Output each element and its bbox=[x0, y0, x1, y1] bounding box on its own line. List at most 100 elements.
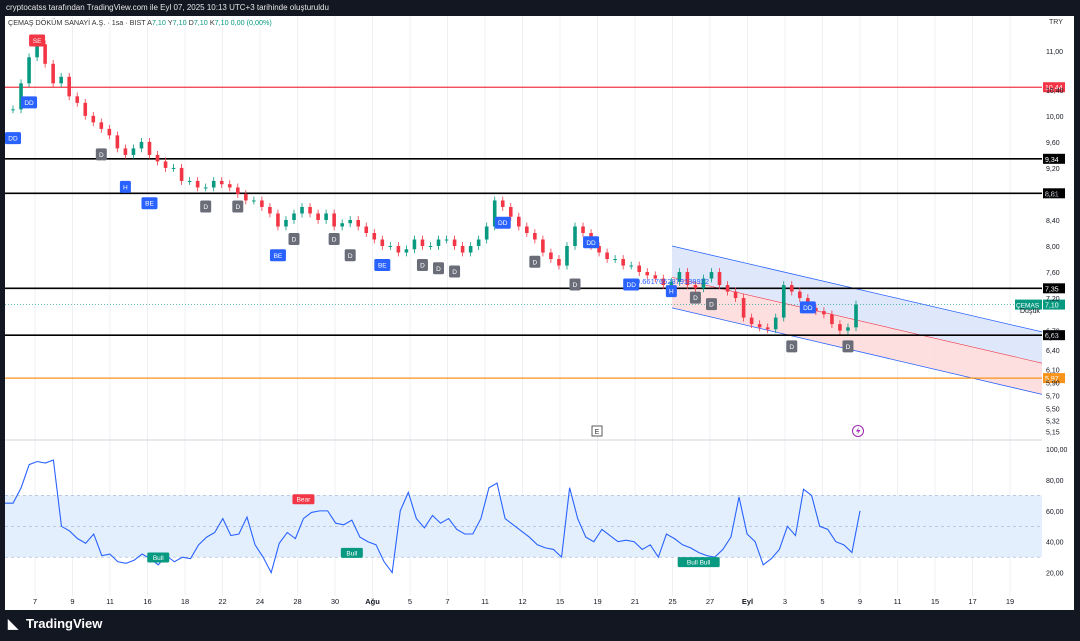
candle-body bbox=[541, 239, 545, 253]
candle-body bbox=[757, 324, 762, 328]
signal-label-text: D bbox=[533, 259, 538, 266]
candle-body bbox=[605, 252, 609, 260]
candle-body bbox=[59, 76, 63, 84]
ohlc-a: 7,10 bbox=[151, 18, 166, 27]
signal-label-text: D bbox=[420, 263, 425, 270]
signal-label-text: H bbox=[669, 289, 674, 296]
time-tick: 15 bbox=[931, 597, 939, 606]
candle-body bbox=[741, 298, 746, 318]
signal-label-text: D bbox=[573, 282, 578, 289]
tv-logo-icon: ◣ bbox=[8, 616, 18, 631]
candle-body bbox=[91, 115, 96, 123]
signal-label-text: BE bbox=[378, 263, 387, 270]
candle-body bbox=[332, 213, 336, 227]
candle-body bbox=[709, 272, 714, 279]
candle-body bbox=[171, 167, 176, 169]
price-tick: 6,60 bbox=[1046, 335, 1060, 342]
symbol-title: ÇEMAŞ DÖKÜM SANAYİ A.Ş. · 1sa · BIST bbox=[8, 18, 146, 27]
signal-label-text: D bbox=[789, 344, 794, 351]
signal-label-text: D bbox=[292, 237, 297, 244]
tradingview-logo[interactable]: ◣ TradingView bbox=[8, 616, 102, 632]
candle-body bbox=[846, 327, 850, 331]
time-tick: 11 bbox=[481, 597, 489, 606]
candle-body bbox=[123, 148, 128, 155]
candle-body bbox=[565, 246, 569, 266]
time-tick: 11 bbox=[106, 597, 114, 606]
lightning-icon[interactable] bbox=[852, 425, 864, 437]
candle-body bbox=[468, 246, 473, 253]
time-tick: Eyl bbox=[742, 597, 753, 606]
candle-body bbox=[211, 180, 216, 188]
price-tick: 11,00 bbox=[1046, 49, 1063, 56]
price-tick: 10,00 bbox=[1046, 114, 1064, 121]
candle-body bbox=[629, 265, 633, 267]
time-tick: 9 bbox=[70, 597, 74, 606]
candle-body bbox=[187, 180, 192, 182]
candle-body bbox=[372, 233, 377, 240]
candle-body bbox=[798, 291, 802, 299]
time-tick: 24 bbox=[256, 597, 264, 606]
price-tick: 7,20 bbox=[1046, 296, 1060, 303]
candle-body bbox=[107, 128, 112, 136]
signal-label-text: D bbox=[203, 204, 208, 211]
signal-label-text: D bbox=[709, 302, 714, 309]
candle-body bbox=[99, 122, 104, 129]
candle-body bbox=[717, 272, 722, 286]
time-tick: 25 bbox=[668, 597, 676, 606]
channel-value-label: 0.6617652879138922 bbox=[636, 277, 709, 286]
candle-body bbox=[725, 285, 730, 292]
candle-body bbox=[517, 216, 521, 227]
time-tick: 9 bbox=[858, 597, 862, 606]
earnings-letter: E bbox=[595, 429, 600, 436]
candle-body bbox=[508, 206, 513, 217]
time-tick: 30 bbox=[331, 597, 339, 606]
candle-body bbox=[51, 63, 55, 84]
signal-label-text: D bbox=[693, 295, 698, 302]
time-tick: 22 bbox=[218, 597, 226, 606]
time-tick: 5 bbox=[820, 597, 824, 606]
last-price-value: 7,10 bbox=[1045, 303, 1059, 310]
candle-body bbox=[139, 141, 144, 149]
time-tick: 27 bbox=[706, 597, 714, 606]
signal-label-text: DD bbox=[8, 136, 18, 143]
candle-body bbox=[789, 285, 794, 292]
signal-label-text: D bbox=[436, 266, 441, 273]
candle-body bbox=[500, 200, 505, 207]
time-tick: 11 bbox=[894, 597, 902, 606]
candle-body bbox=[412, 239, 417, 250]
candle-body bbox=[292, 213, 296, 220]
candle-body bbox=[436, 239, 441, 247]
candle-body bbox=[637, 265, 642, 273]
price-tick: 5,90 bbox=[1046, 381, 1060, 388]
price-tick: 5,70 bbox=[1046, 394, 1060, 401]
low-label: Düşük bbox=[1020, 308, 1040, 315]
price-tick: 9,60 bbox=[1046, 140, 1060, 147]
level-tag-text: 7,35 bbox=[1045, 286, 1059, 293]
candle-body bbox=[219, 180, 224, 185]
time-tick: 12 bbox=[518, 597, 526, 606]
candle-body bbox=[43, 44, 47, 64]
rsi-signal-text: Bull bbox=[153, 555, 164, 562]
price-tick: 5,15 bbox=[1046, 429, 1060, 436]
candle-body bbox=[613, 259, 617, 261]
candle-body bbox=[300, 206, 304, 214]
rsi-tick: 60,00 bbox=[1046, 509, 1064, 516]
candle-body bbox=[27, 57, 31, 84]
time-tick: Ağu bbox=[365, 597, 380, 606]
level-tag-text: 9,34 bbox=[1045, 157, 1059, 164]
footer: ◣ TradingView bbox=[0, 610, 1080, 641]
signal-label-text: D bbox=[332, 237, 337, 244]
rsi-tick: 100,00 bbox=[1046, 447, 1068, 454]
signal-label-text: DD bbox=[24, 100, 34, 107]
candle-body bbox=[838, 324, 842, 331]
earnings-marker[interactable]: E bbox=[591, 425, 603, 437]
price-tick: 10,40 bbox=[1046, 88, 1064, 95]
candle-body bbox=[340, 223, 344, 227]
time-tick: 28 bbox=[293, 597, 301, 606]
price-tick: 6,40 bbox=[1046, 348, 1060, 355]
candle-body bbox=[179, 167, 184, 181]
price-tick: 8,00 bbox=[1046, 244, 1060, 251]
candle-body bbox=[195, 180, 200, 188]
candle-body bbox=[460, 246, 465, 253]
signal-label-text: DD bbox=[498, 220, 508, 227]
